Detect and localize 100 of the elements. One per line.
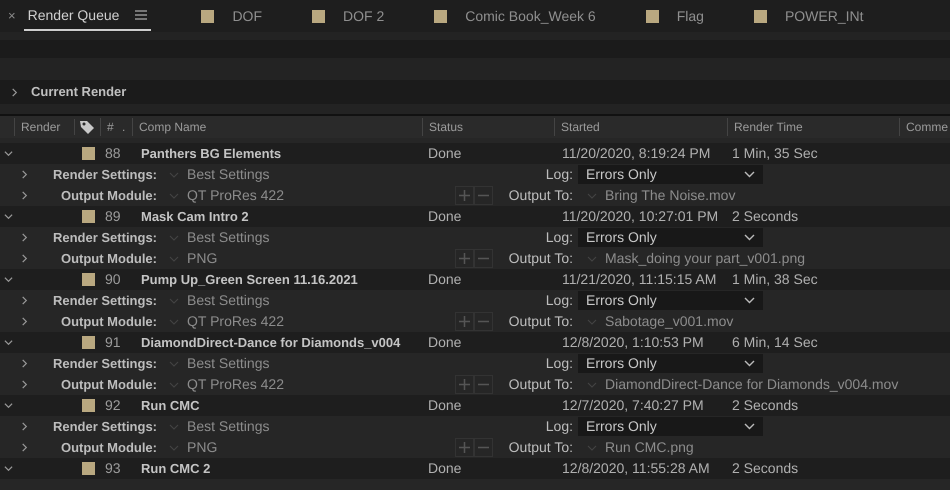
render-settings-dropdown[interactable]: Best Settings [165,353,435,374]
output-path-dropdown[interactable]: DiamondDirect-Dance for Diamonds_v004.mov [587,374,898,395]
tab[interactable]: Flag [676,6,704,26]
expand-chevron-icon[interactable] [20,170,29,179]
expand-chevron-icon[interactable] [10,88,19,96]
start-time: 11/20/2020, 10:27:01 PM [562,208,718,224]
expand-chevron-icon[interactable] [20,422,29,431]
output-path-dropdown[interactable]: Mask_doing your part_v001.png [587,248,806,269]
expand-chevron-icon[interactable] [4,212,13,221]
render-time: 1 Min, 38 Sec [732,270,818,289]
tag-icon[interactable] [79,119,95,135]
minus-icon [478,194,489,197]
column-header[interactable]: Comp Name [132,118,422,136]
item-number: 92 [104,396,122,415]
expand-chevron-icon[interactable] [20,233,29,242]
comp-name: DiamondDirect-Dance for Diamonds_v004 [141,335,400,350]
tab[interactable]: DOF [232,6,262,26]
minus-icon [478,257,489,260]
column-header[interactable]: Render Time [727,118,899,136]
expand-chevron-icon[interactable] [20,443,29,452]
column-header[interactable]: Render [14,118,74,136]
expand-chevron-icon[interactable] [4,149,13,158]
expand-chevron-icon[interactable] [20,191,29,200]
log-dropdown[interactable]: Errors Only [578,417,763,436]
output-module-dropdown[interactable]: PNG [165,248,455,269]
render-settings-dropdown[interactable]: Best Settings [165,416,435,437]
render-settings-label: Render Settings: [52,228,157,247]
column-header[interactable]: . [122,118,132,136]
render-settings-dropdown[interactable]: Best Settings [165,290,435,311]
plus-icon [459,190,470,201]
column-header[interactable]: Status [422,118,554,136]
item-number: 90 [104,270,122,289]
render-time: 1 Min, 35 Sec [732,144,818,163]
render-settings-dropdown[interactable]: Best Settings [165,164,435,185]
dropdown-caret-icon [169,172,179,178]
output-to-label: Output To: [508,375,573,394]
item-number: 88 [104,144,122,163]
label-swatch-icon [82,147,95,160]
dropdown-caret-icon [169,234,179,240]
minus-icon [478,383,489,386]
output-to-label: Output To: [508,312,573,331]
expand-chevron-icon[interactable] [20,296,29,305]
render-settings-label: Render Settings: [52,292,157,310]
plus-icon [459,442,470,453]
render-settings-label: Render Settings: [52,418,157,436]
log-label: Log: [544,228,573,247]
tab[interactable]: POWER_INt [784,6,864,26]
dropdown-caret-icon [587,318,597,324]
minus-icon [478,446,489,449]
expand-chevron-icon[interactable] [20,254,29,263]
start-time: 12/7/2020, 7:40:27 PM [562,397,704,413]
expand-chevron-icon[interactable] [20,317,29,326]
output-path-dropdown[interactable]: Run CMC.png [587,437,694,458]
expand-chevron-icon[interactable] [4,338,13,347]
plus-icon [459,253,470,264]
column-header[interactable]: Started [554,118,727,136]
status: Done [428,397,462,413]
item-number: 89 [104,207,122,226]
output-module-dropdown[interactable]: QT ProRes 422 [165,311,455,332]
tab[interactable]: Comic Book_Week 6 [465,6,596,26]
expand-chevron-icon[interactable] [4,401,13,410]
column-header[interactable]: Comme [899,118,948,136]
status: Done [428,460,462,476]
close-tab-icon[interactable]: × [8,6,16,26]
dropdown-caret-icon [587,444,597,450]
log-dropdown[interactable]: Errors Only [578,354,763,373]
label-swatch-icon [82,273,95,286]
output-to-label: Output To: [508,438,573,457]
log-dropdown[interactable]: Errors Only [578,165,763,184]
current-render-bar[interactable]: Current Render [0,80,950,104]
status: Done [428,271,462,287]
dropdown-caret-icon [169,192,179,198]
log-dropdown[interactable]: Errors Only [578,291,763,310]
column-header[interactable]: # [100,118,122,136]
tab[interactable]: DOF 2 [343,6,384,26]
menu-icon[interactable] [135,10,148,20]
tab[interactable]: Render Queue [24,1,152,31]
log-dropdown[interactable]: Errors Only [578,228,763,247]
render-time: 2 Seconds [732,207,798,226]
output-module-dropdown[interactable]: QT ProRes 422 [165,185,455,206]
output-path-dropdown[interactable]: Sabotage_v001.mov [587,311,734,332]
output-path-dropdown[interactable]: Bring The Noise.mov [587,185,736,206]
dropdown-caret-icon [744,234,755,241]
dropdown-caret-icon [587,256,597,262]
dropdown-caret-icon [169,360,179,366]
output-module-dropdown[interactable]: QT ProRes 422 [165,374,455,395]
dropdown-caret-icon [744,171,755,178]
expand-chevron-icon[interactable] [20,359,29,368]
output-module-dropdown[interactable]: PNG [165,437,455,458]
dropdown-caret-icon [169,318,179,324]
log-label: Log: [544,291,573,310]
expand-chevron-icon[interactable] [4,464,13,473]
render-settings-dropdown[interactable]: Best Settings [165,227,435,248]
label-swatch-icon [82,210,95,223]
expand-chevron-icon[interactable] [4,275,13,284]
plus-icon [459,379,470,390]
render-time: 2 Seconds [732,459,798,478]
comp-name: Run CMC 2 [141,461,210,476]
expand-chevron-icon[interactable] [20,380,29,389]
label-swatch-icon [312,10,325,22]
